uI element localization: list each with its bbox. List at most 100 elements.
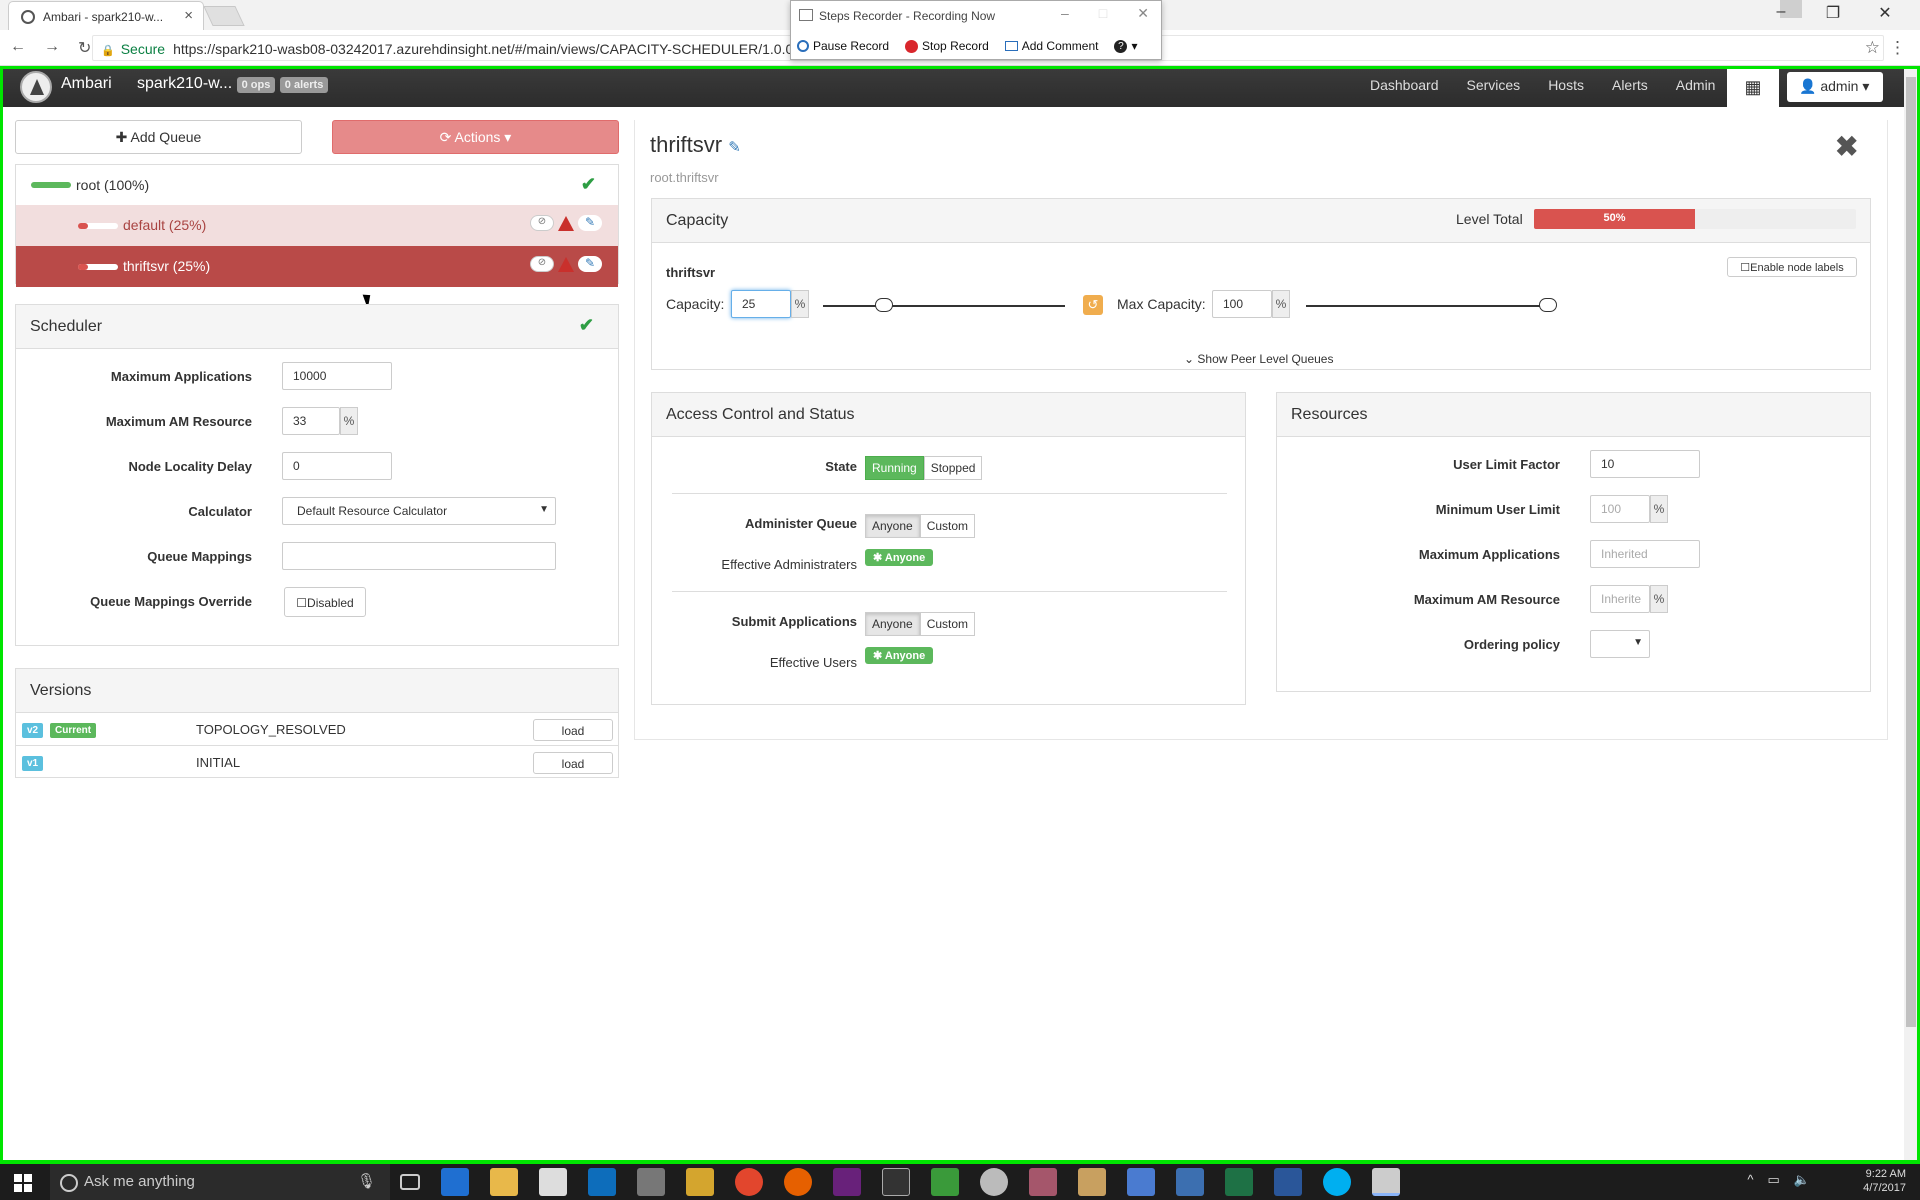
microphone-icon[interactable]: 🎙 [357,1172,376,1190]
chart-app-icon[interactable] [931,1168,959,1196]
views-grid-icon[interactable]: ▦ [1727,69,1779,107]
nav-dashboard[interactable]: Dashboard [1356,77,1453,93]
visual-studio-icon[interactable] [833,1168,861,1196]
app-icon[interactable] [637,1168,665,1196]
undo-icon[interactable]: ↺ [1083,295,1103,315]
bookmark-star-icon[interactable]: ☆ [1865,38,1880,58]
windows-start-icon[interactable] [14,1174,32,1192]
back-icon[interactable]: ← [10,38,26,58]
excel-icon[interactable] [1225,1168,1253,1196]
res-max-apps-input[interactable]: Inherited [1590,540,1700,568]
close-window-icon[interactable]: ✕ [1870,3,1900,23]
ulf-input[interactable]: 10 [1590,450,1700,478]
ops-badge[interactable]: 0 ops [236,77,276,93]
brand-name[interactable]: Ambari [61,75,112,93]
nav-hosts[interactable]: Hosts [1534,77,1598,93]
override-toggle[interactable]: ☐Disabled [284,587,366,617]
custom-option[interactable]: Custom [919,514,976,538]
sr-close-icon[interactable]: ✕ [1137,5,1149,22]
edit-icon[interactable]: ✎ [578,256,602,272]
chrome-icon[interactable] [735,1168,763,1196]
close-icon[interactable]: ✖ [1835,130,1858,163]
restore-icon[interactable]: ❐ [1818,3,1848,23]
task-view-icon[interactable] [400,1174,420,1190]
close-tab-icon[interactable]: × [184,7,193,24]
load-button[interactable]: load [533,752,613,774]
network-icon[interactable] [1127,1168,1155,1196]
stop-record-button[interactable]: Stop Record [905,39,989,53]
skype-icon[interactable] [1323,1168,1351,1196]
administer-toggle[interactable]: Anyone Custom [865,514,976,538]
res-max-am-input[interactable]: Inherite [1590,585,1650,613]
max-capacity-input[interactable]: 100 [1212,290,1272,318]
chevron-up-icon[interactable]: ^ [1747,1172,1753,1188]
nav-services[interactable]: Services [1453,77,1535,93]
edge-icon[interactable] [441,1168,469,1196]
mappings-input[interactable] [282,542,556,570]
clock[interactable]: 9:22 AM 4/7/2017 [1863,1167,1906,1195]
edit-icon[interactable]: ✎ [578,215,602,231]
add-queue-button[interactable]: ✚ Add Queue [15,120,302,154]
volume-icon[interactable]: 🔈 [1794,1172,1810,1188]
max-capacity-slider-handle[interactable] [1539,298,1557,312]
anyone-option[interactable]: Anyone [865,514,920,538]
powershell-icon[interactable] [1274,1168,1302,1196]
sr-minimize-icon[interactable]: – [1061,5,1069,22]
page-scrollbar[interactable] [1904,69,1918,1161]
max-apps-input[interactable]: 10000 [282,362,392,390]
app-icon[interactable] [1029,1168,1057,1196]
store-icon[interactable] [539,1168,567,1196]
anyone-option[interactable]: Anyone [865,612,920,636]
nav-alerts[interactable]: Alerts [1598,77,1662,93]
queue-row-root[interactable]: root (100%) ✔ [16,165,618,205]
outlook-icon[interactable] [588,1168,616,1196]
forward-icon[interactable]: → [44,38,60,58]
steps-recorder-icon[interactable] [1372,1168,1400,1196]
browser-tab[interactable]: Ambari - spark210-w... × [8,1,204,30]
queue-row-default[interactable]: default (25%) ⊘ ✎ [16,205,618,246]
cortana-search[interactable]: Ask me anything 🎙 [50,1164,390,1200]
submit-toggle[interactable]: Anyone Custom [865,612,976,636]
app-icon[interactable] [980,1168,1008,1196]
queue-row-thriftsvr[interactable]: thriftsvr (25%) ⊘ ✎ [16,246,618,287]
paint-icon[interactable] [1078,1168,1106,1196]
running-option[interactable]: Running [865,456,924,480]
app-icon[interactable] [1176,1168,1204,1196]
network-icon[interactable]: ▭ [1768,1172,1780,1188]
capacity-input[interactable]: 25 [731,290,791,318]
capacity-slider-handle[interactable] [874,298,893,312]
reload-icon[interactable]: ↻ [78,38,91,58]
stopped-option[interactable]: Stopped [923,456,983,480]
pause-record-button[interactable]: Pause Record [797,39,889,53]
alerts-badge[interactable]: 0 alerts [279,77,329,93]
help-button[interactable]: ? ▾ [1114,39,1137,53]
actions-button[interactable]: ⟳ Actions ▾ [332,120,619,154]
edit-name-icon[interactable]: ✎ [728,139,741,156]
add-comment-button[interactable]: Add Comment [1004,39,1098,53]
minimize-icon[interactable]: – [1766,3,1796,23]
state-toggle[interactable]: Running Stopped [865,456,983,480]
enable-node-labels-button[interactable]: ☐Enable node labels [1727,257,1857,277]
git-icon[interactable] [686,1168,714,1196]
browser-menu-icon[interactable]: ⋮ [1889,38,1906,58]
max-capacity-slider[interactable] [1306,305,1548,307]
nav-admin[interactable]: Admin [1662,77,1730,93]
show-peer-queues-link[interactable]: ⌄ Show Peer Level Queues [1184,352,1333,366]
min-user-input[interactable]: 100 [1590,495,1650,523]
asterisk-icon: ✱ [873,552,885,564]
firefox-icon[interactable] [784,1168,812,1196]
terminal-icon[interactable] [882,1168,910,1196]
capacity-slider[interactable] [823,305,1065,307]
ambari-logo-icon[interactable] [20,71,52,103]
file-explorer-icon[interactable] [490,1168,518,1196]
res-max-am-label: Maximum AM Resource [1413,592,1560,607]
load-button[interactable]: load [533,719,613,741]
max-am-input[interactable]: 33 [282,407,340,435]
custom-option[interactable]: Custom [919,612,976,636]
user-menu-button[interactable]: 👤 admin ▾ [1787,72,1883,102]
calculator-select[interactable]: Default Resource Calculator ▼ [282,497,556,525]
scrollbar-thumb[interactable] [1906,77,1916,1027]
locality-input[interactable]: 0 [282,452,392,480]
cluster-name[interactable]: spark210-w... 0 ops 0 alerts [137,75,329,93]
ordering-select[interactable]: ▼ [1590,630,1650,658]
